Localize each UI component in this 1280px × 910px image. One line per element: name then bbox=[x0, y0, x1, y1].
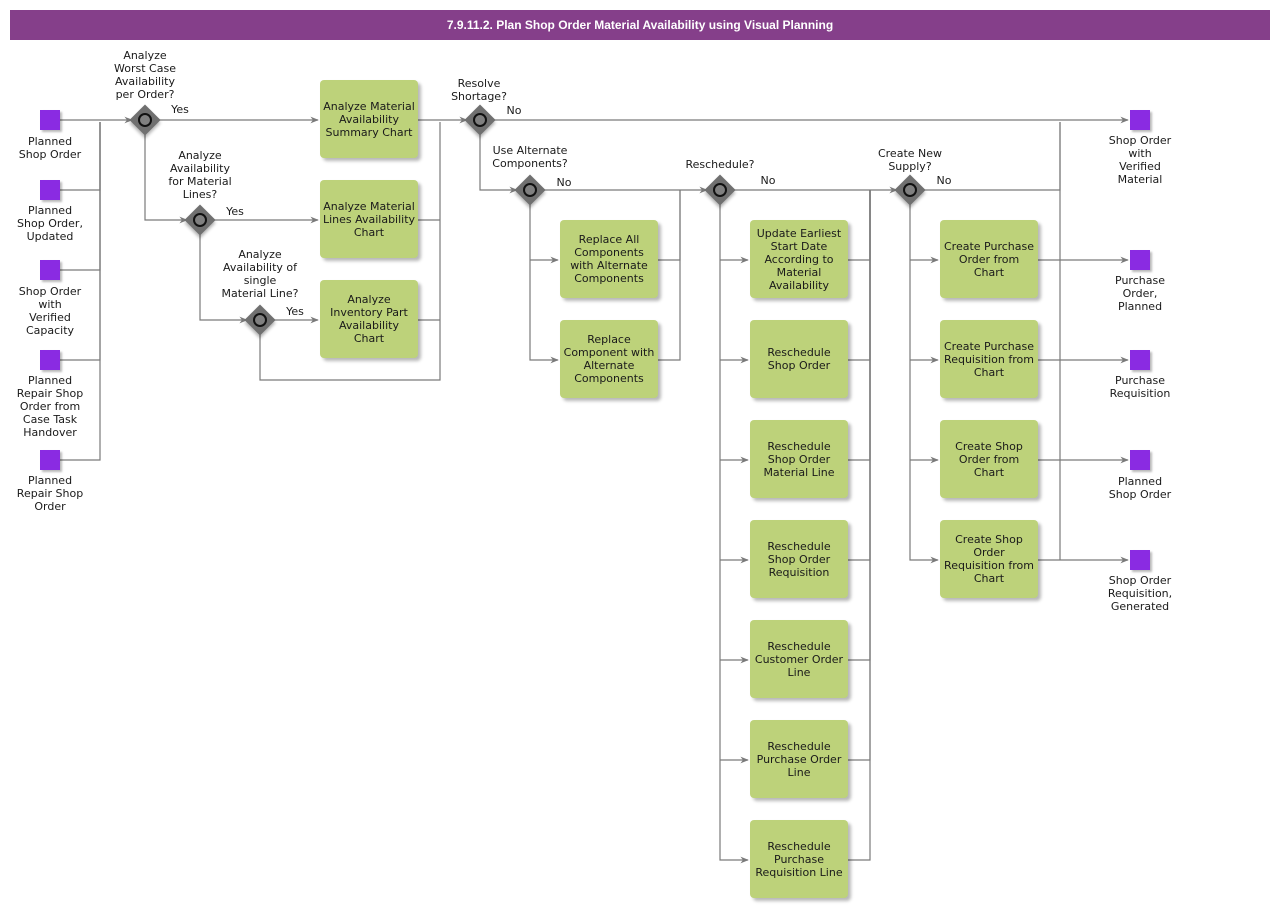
gateway-single-material-line[interactable] bbox=[244, 304, 276, 336]
task-reschedule-purchase-requisition-line[interactable]: Reschedule Purchase Requisition Line bbox=[750, 820, 848, 898]
task-reschedule-customer-order-line[interactable]: Reschedule Customer Order Line bbox=[750, 620, 848, 698]
start-event-shop-order-verified-capacity[interactable] bbox=[40, 260, 60, 280]
end-event-shop-order-verified-material[interactable] bbox=[1130, 110, 1150, 130]
task-analyze-material-lines-chart[interactable]: Analyze Material Lines Availability Char… bbox=[320, 180, 418, 258]
flow-g7-branch bbox=[909, 201, 939, 564]
task-reschedule-purchase-order-line[interactable]: Reschedule Purchase Order Line bbox=[750, 720, 848, 798]
task-replace-all-components[interactable]: Replace All Components with Alternate Co… bbox=[560, 220, 658, 298]
gateway-alternate-components[interactable] bbox=[514, 174, 546, 206]
start-event-planned-repair-case-task[interactable] bbox=[40, 350, 60, 370]
gateway-question: Analyze Availability of single Material … bbox=[221, 248, 299, 300]
gateway-question: Resolve Shortage? bbox=[451, 77, 507, 103]
start-event-label: Planned Repair Shop Order bbox=[16, 474, 84, 513]
task-analyze-summary-chart[interactable]: Analyze Material Availability Summary Ch… bbox=[320, 80, 418, 158]
gateway-branch-label: No bbox=[556, 176, 572, 189]
flow-g5-alt2 bbox=[529, 201, 559, 364]
end-event-planned-shop-order[interactable] bbox=[1130, 450, 1150, 470]
flow-reschedule-merge bbox=[848, 190, 871, 761]
task-update-earliest-start-date[interactable]: Update Earliest Start Date According to … bbox=[750, 220, 848, 298]
gateway-question: Reschedule? bbox=[685, 158, 755, 171]
start-event-label: Shop Order with Verified Capacity bbox=[18, 285, 82, 337]
gateway-branch-label: No bbox=[506, 104, 522, 117]
start-event-planned-repair-shop-order[interactable] bbox=[40, 450, 60, 470]
gateway-branch-label: Yes bbox=[171, 103, 189, 116]
end-event-label: Shop Order Requisition, Generated bbox=[1107, 574, 1173, 613]
gateway-question: Use Alternate Components? bbox=[492, 144, 568, 170]
start-event-label: Planned Shop Order bbox=[18, 135, 82, 161]
end-event-purchase-requisition[interactable] bbox=[1130, 350, 1150, 370]
task-analyze-inventory-part-chart[interactable]: Analyze Inventory Part Availability Char… bbox=[320, 280, 418, 358]
task-reschedule-shop-order[interactable]: Reschedule Shop Order bbox=[750, 320, 848, 398]
task-replace-component[interactable]: Replace Component with Alternate Compone… bbox=[560, 320, 658, 398]
flow-alt-merge bbox=[658, 190, 681, 261]
start-event-planned-shop-order[interactable] bbox=[40, 110, 60, 130]
task-create-shop-order-requisition[interactable]: Create Shop Order Requisition from Chart bbox=[940, 520, 1038, 598]
task-create-shop-order[interactable]: Create Shop Order from Chart bbox=[940, 420, 1038, 498]
gateway-branch-label: No bbox=[760, 174, 776, 187]
end-event-label: Shop Order with Verified Material bbox=[1108, 134, 1172, 186]
end-event-purchase-order-planned[interactable] bbox=[1130, 250, 1150, 270]
task-reschedule-shop-order-requisition[interactable]: Reschedule Shop Order Requisition bbox=[750, 520, 848, 598]
task-create-purchase-requisition[interactable]: Create Purchase Requisition from Chart bbox=[940, 320, 1038, 398]
start-event-planned-shop-order-updated[interactable] bbox=[40, 180, 60, 200]
end-event-label: Purchase Order, Planned bbox=[1115, 274, 1165, 313]
gateway-reschedule[interactable] bbox=[704, 174, 736, 206]
flow-reschedule-merge bbox=[848, 190, 871, 561]
end-event-label: Planned Shop Order bbox=[1108, 475, 1172, 501]
gateway-branch-label: No bbox=[936, 174, 952, 187]
gateway-branch-label: Yes bbox=[226, 205, 244, 218]
gateway-create-new-supply[interactable] bbox=[894, 174, 926, 206]
gateway-resolve-shortage[interactable] bbox=[464, 104, 496, 136]
flow-connectors bbox=[60, 116, 1129, 864]
flow-reschedule-merge bbox=[848, 190, 871, 461]
flow-reschedule-merge bbox=[848, 190, 871, 361]
start-event-label: Planned Shop Order, Updated bbox=[17, 204, 83, 243]
flow-g6-branch bbox=[719, 201, 749, 864]
gateway-worst-case[interactable] bbox=[129, 104, 161, 136]
end-event-label: Purchase Requisition bbox=[1109, 374, 1171, 400]
task-create-purchase-order[interactable]: Create Purchase Order from Chart bbox=[940, 220, 1038, 298]
gateway-question: Analyze Availability for Material Lines? bbox=[168, 149, 232, 201]
gateway-branch-label: Yes bbox=[286, 305, 304, 318]
flow-reschedule-merge bbox=[848, 190, 871, 261]
gateway-material-lines[interactable] bbox=[184, 204, 216, 236]
gateway-question: Analyze Worst Case Availability per Orde… bbox=[114, 49, 176, 101]
task-reschedule-shop-order-material-line[interactable]: Reschedule Shop Order Material Line bbox=[750, 420, 848, 498]
start-event-label: Planned Repair Shop Order from Case Task… bbox=[16, 374, 84, 439]
gateway-question: Create New Supply? bbox=[877, 147, 943, 173]
flow-alt-merge bbox=[658, 190, 681, 361]
end-event-shop-order-requisition-generated[interactable] bbox=[1130, 550, 1150, 570]
